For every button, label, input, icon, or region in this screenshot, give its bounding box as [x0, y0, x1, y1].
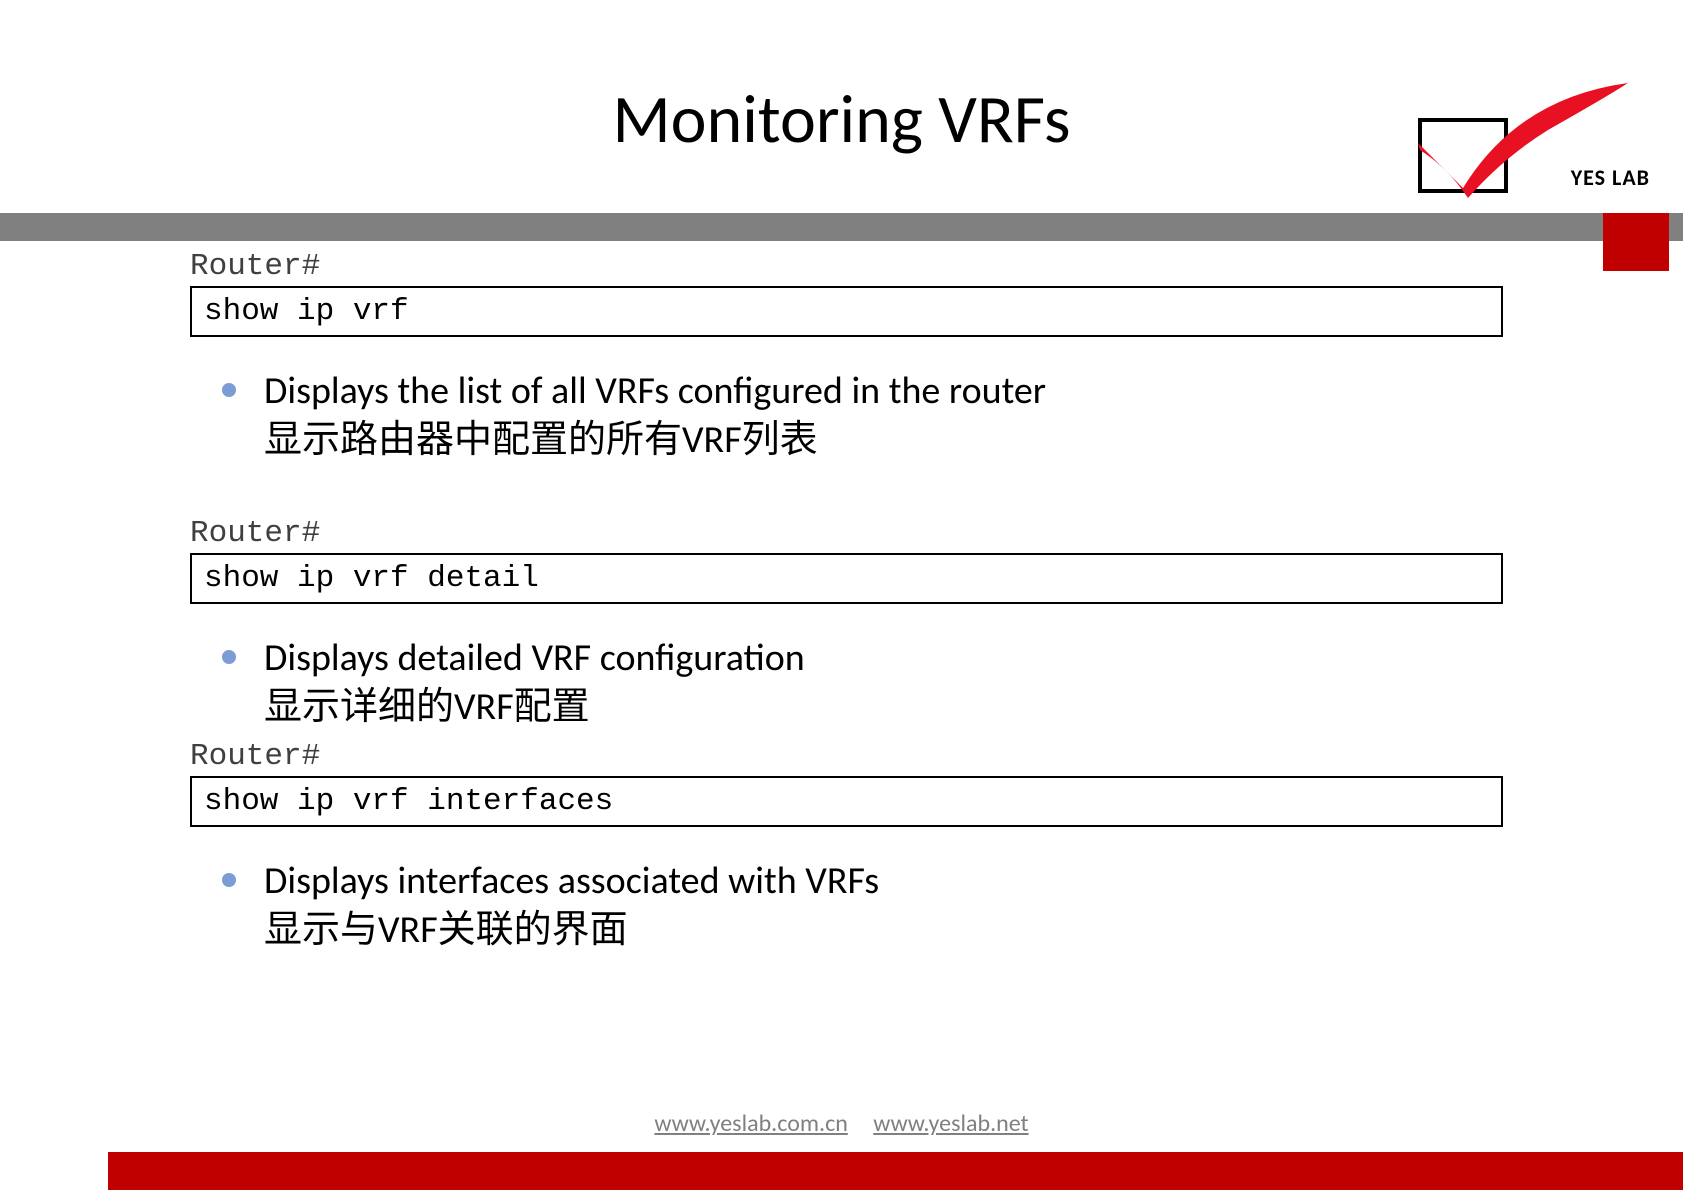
- description-cn: 显示与VRF关联的界面: [264, 906, 879, 955]
- divider-bar: [0, 213, 1683, 241]
- description-en: Displays detailed VRF configuration: [264, 634, 805, 683]
- description-cn: 显示详细的VRF配置: [264, 683, 805, 732]
- footer-link-2[interactable]: www.yeslab.net: [873, 1109, 1028, 1138]
- bullet-text-wrapper: Displays the list of all VRFs configured…: [264, 367, 1046, 466]
- bullet-item: Displays the list of all VRFs configured…: [222, 367, 1503, 466]
- footer-links: www.yeslab.com.cn www.yeslab.net: [0, 1109, 1683, 1138]
- command-box: show ip vrf: [190, 286, 1503, 337]
- content-area: Router# show ip vrf Displays the list of…: [0, 249, 1683, 955]
- accent-block: [1603, 213, 1669, 271]
- bullet-icon: [222, 383, 236, 397]
- bullet-item: Displays detailed VRF configuration 显示详细…: [222, 634, 1503, 733]
- prompt-label: Router#: [190, 516, 1503, 551]
- bullet-item: Displays interfaces associated with VRFs…: [222, 857, 1503, 956]
- description-cn: 显示路由器中配置的所有VRF列表: [264, 416, 1046, 465]
- bullet-text-wrapper: Displays interfaces associated with VRFs…: [264, 857, 879, 956]
- bullet-icon: [222, 650, 236, 664]
- description-en: Displays the list of all VRFs configured…: [264, 367, 1046, 416]
- description-en: Displays interfaces associated with VRFs: [264, 857, 879, 906]
- bullet-icon: [222, 873, 236, 887]
- prompt-label: Router#: [190, 249, 1503, 284]
- footer-link-1[interactable]: www.yeslab.com.cn: [654, 1109, 847, 1138]
- prompt-label: Router#: [190, 739, 1503, 774]
- footer-bar: [108, 1152, 1683, 1190]
- bullet-text-wrapper: Displays detailed VRF configuration 显示详细…: [264, 634, 805, 733]
- logo: YES LAB: [1378, 78, 1648, 213]
- logo-text: YES LAB: [1571, 164, 1650, 191]
- command-box: show ip vrf interfaces: [190, 776, 1503, 827]
- command-box: show ip vrf detail: [190, 553, 1503, 604]
